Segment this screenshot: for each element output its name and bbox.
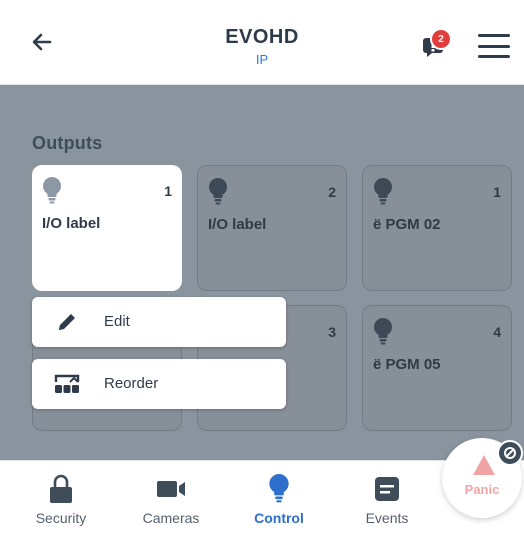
- output-tile[interactable]: 2 I/O label: [197, 165, 347, 291]
- nav-security[interactable]: Security: [16, 461, 106, 533]
- lightbulb-icon: [209, 178, 227, 205]
- output-label: I/O label: [42, 215, 101, 232]
- control-screen: EVOHD IP 2 Outputs 1 I/O label 2 I/O lab…: [0, 0, 524, 533]
- output-number: 3: [328, 324, 336, 340]
- notification-count-badge: 2: [432, 30, 450, 48]
- menu-button[interactable]: [478, 34, 510, 58]
- nav-control-label: Control: [254, 510, 304, 526]
- output-number: 1: [493, 184, 501, 200]
- nav-events[interactable]: Events: [342, 461, 432, 533]
- lightbulb-icon: [43, 177, 61, 204]
- warning-triangle-icon: [473, 455, 495, 475]
- hamburger-menu-icon-line: [478, 44, 510, 48]
- edit-menu-item[interactable]: Edit: [32, 297, 286, 347]
- list-icon: [372, 473, 402, 505]
- hamburger-menu-icon: [478, 34, 510, 37]
- nav-security-label: Security: [35, 510, 87, 526]
- edit-label: Edit: [104, 313, 130, 330]
- output-number: 1: [164, 183, 172, 199]
- section-title: Outputs: [32, 133, 103, 153]
- output-number: 2: [328, 184, 336, 200]
- output-number: 4: [493, 324, 501, 340]
- output-tile[interactable]: 1 ë PGM 02: [362, 165, 512, 291]
- nav-control[interactable]: Control: [234, 461, 324, 533]
- reorder-label: Reorder: [104, 375, 159, 392]
- pencil-icon: [54, 310, 80, 334]
- output-tile[interactable]: 1 I/O label: [32, 165, 182, 291]
- lightbulb-icon: [374, 178, 392, 205]
- hamburger-menu-icon-line: [478, 55, 510, 58]
- lightbulb-icon: [374, 318, 392, 345]
- lightbulb-icon: [264, 473, 294, 505]
- nav-cameras[interactable]: Cameras: [126, 461, 216, 533]
- disabled-icon: [497, 440, 523, 466]
- nav-cameras-label: Cameras: [142, 510, 200, 526]
- reorder-icon: [54, 372, 80, 396]
- panic-label: Panic: [464, 482, 500, 497]
- video-camera-icon: [156, 473, 186, 505]
- outputs-panel: Outputs 1 I/O label 2 I/O label 1 ë PGM …: [0, 85, 524, 460]
- output-label: ë PGM 05: [373, 356, 441, 373]
- lock-icon: [46, 473, 76, 505]
- output-label: ë PGM 02: [373, 216, 441, 233]
- output-tile[interactable]: 4 ë PGM 05: [362, 305, 512, 431]
- reorder-menu-item[interactable]: Reorder: [32, 359, 286, 409]
- top-bar: EVOHD IP 2: [0, 0, 524, 85]
- nav-events-label: Events: [365, 510, 409, 526]
- output-label: I/O label: [208, 216, 267, 233]
